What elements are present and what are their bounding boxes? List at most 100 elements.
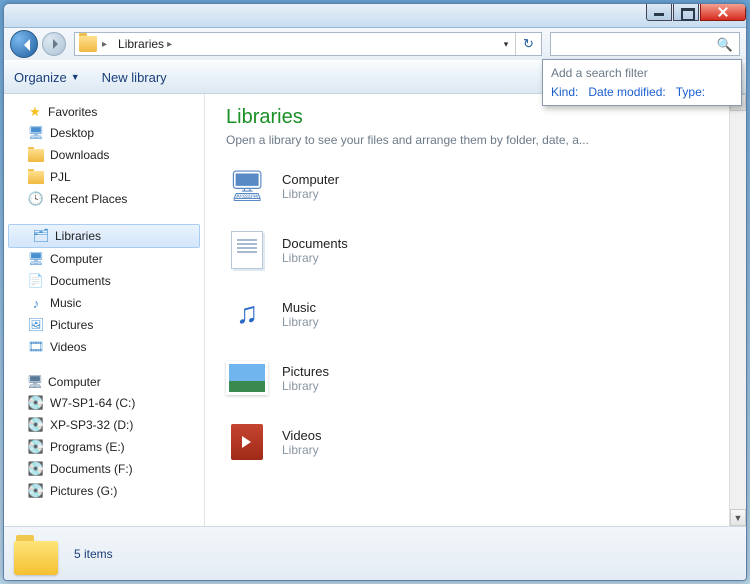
drive-icon: 💽 <box>28 417 44 433</box>
pictures-icon: 🖼 <box>28 317 44 333</box>
computer-icon: 🖥 <box>27 374 43 390</box>
chevron-down-icon: ▼ <box>71 72 80 82</box>
minimize-button[interactable] <box>646 3 672 21</box>
drive-icon: 💽 <box>28 483 44 499</box>
sidebar-item-label: Pictures <box>50 318 93 332</box>
sidebar-item-label: W7-SP1-64 (C:) <box>50 396 135 410</box>
libraries-large-icon <box>14 533 60 575</box>
sidebar-item-recent[interactable]: 🕓Recent Places <box>4 188 204 210</box>
search-filter-kind[interactable]: Kind: <box>551 85 578 99</box>
downloads-icon <box>28 147 44 163</box>
library-item-pictures[interactable]: Pictures Library <box>226 357 728 399</box>
sidebar-item-label: Recent Places <box>50 192 127 206</box>
computer-header[interactable]: 🖥 Computer <box>4 372 204 392</box>
library-item-documents[interactable]: Documents Library <box>226 229 728 271</box>
sidebar-item-label: Music <box>50 296 81 310</box>
library-name: Documents <box>282 236 348 251</box>
search-filter-date[interactable]: Date modified: <box>588 85 665 99</box>
sidebar-item-label: PJL <box>50 170 71 184</box>
content-area: ★ Favorites 🖥 Desktop Downloads PJL 🕓Rece… <box>4 94 746 526</box>
sidebar-item-downloads[interactable]: Downloads <box>4 144 204 166</box>
address-segment-label: Libraries <box>118 37 164 51</box>
videos-icon <box>226 421 268 463</box>
drive-icon: 💽 <box>28 395 44 411</box>
sidebar-item-documents[interactable]: 📄 Documents <box>4 270 204 292</box>
sidebar-item-desktop[interactable]: 🖥 Desktop <box>4 122 204 144</box>
library-name: Computer <box>282 172 339 187</box>
address-bar[interactable]: ▸ Libraries ▸ ▾ ↻ <box>74 32 542 56</box>
chevron-right-icon: ▸ <box>164 39 175 50</box>
videos-icon: 🎞 <box>28 339 44 355</box>
computer-icon: 🖥 <box>28 251 44 267</box>
sidebar-item-label: Desktop <box>50 126 94 140</box>
titlebar[interactable] <box>4 4 746 28</box>
sidebar-item-drive-g[interactable]: 💽Pictures (G:) <box>4 480 204 502</box>
close-button[interactable] <box>700 3 746 21</box>
sidebar-item-label: Documents <box>50 274 111 288</box>
library-item-music[interactable]: ♫ Music Library <box>226 293 728 335</box>
explorer-window: ▸ Libraries ▸ ▾ ↻ 🔍 Organize ▼ New libra… <box>3 3 747 581</box>
libraries-header[interactable]: 🗂 Libraries <box>8 224 200 248</box>
sidebar-item-music[interactable]: ♪ Music <box>4 292 204 314</box>
search-filter-heading: Add a search filter <box>551 66 733 80</box>
organize-label: Organize <box>14 70 67 85</box>
sidebar-item-label: Programs (E:) <box>50 440 125 454</box>
desktop-icon: 🖥 <box>28 125 44 141</box>
forward-button[interactable] <box>42 32 66 56</box>
sidebar-item-pjl[interactable]: PJL <box>4 166 204 188</box>
sidebar-item-label: Computer <box>50 252 103 266</box>
address-dropdown-button[interactable]: ▾ <box>497 33 515 55</box>
sidebar-item-drive-d[interactable]: 💽 XP-SP3-32 (D:) <box>4 414 204 436</box>
drive-icon: 💽 <box>28 461 44 477</box>
sidebar-item-label: Videos <box>50 340 86 354</box>
navigation-bar: ▸ Libraries ▸ ▾ ↻ 🔍 <box>4 28 746 60</box>
chevron-right-icon: ▸ <box>99 39 110 50</box>
vertical-scrollbar[interactable]: ▲ ▼ <box>729 94 746 526</box>
library-type: Library <box>282 379 329 393</box>
maximize-button[interactable] <box>673 3 699 21</box>
status-text: 5 items <box>74 547 113 561</box>
star-icon: ★ <box>27 104 43 120</box>
address-segment-libraries[interactable]: Libraries ▸ <box>114 33 179 55</box>
back-button[interactable] <box>10 30 38 58</box>
sidebar-item-label: XP-SP3-32 (D:) <box>50 418 133 432</box>
organize-menu[interactable]: Organize ▼ <box>14 70 80 85</box>
address-root-icon[interactable]: ▸ <box>75 33 114 55</box>
sidebar-item-drive-f[interactable]: 💽 Documents (F:) <box>4 458 204 480</box>
sidebar-item-pictures[interactable]: 🖼 Pictures <box>4 314 204 336</box>
music-icon: ♪ <box>28 295 44 311</box>
library-type: Library <box>282 443 322 457</box>
new-library-label: New library <box>102 70 167 85</box>
documents-icon: 📄 <box>28 273 44 289</box>
library-item-computer[interactable]: 🖥 Computer Library <box>226 165 728 207</box>
new-library-button[interactable]: New library <box>102 70 167 85</box>
folder-icon <box>79 36 97 52</box>
navigation-pane[interactable]: ★ Favorites 🖥 Desktop Downloads PJL 🕓Rece… <box>4 94 204 526</box>
library-name: Videos <box>282 428 322 443</box>
sidebar-item-videos[interactable]: 🎞 Videos <box>4 336 204 358</box>
main-content[interactable]: Libraries Open a library to see your fil… <box>208 94 746 526</box>
window-controls <box>645 3 746 21</box>
library-type: Library <box>282 251 348 265</box>
search-filter-dropdown: Add a search filter Kind: Date modified:… <box>542 59 742 106</box>
sidebar-item-drive-c[interactable]: 💽 W7-SP1-64 (C:) <box>4 392 204 414</box>
library-type: Library <box>282 187 339 201</box>
sidebar-item-computer-lib[interactable]: 🖥 Computer <box>4 248 204 270</box>
sidebar-item-label: Downloads <box>50 148 109 162</box>
page-subtitle: Open a library to see your files and arr… <box>226 133 728 147</box>
favorites-header[interactable]: ★ Favorites <box>4 102 204 122</box>
computer-icon: 🖥 <box>226 165 268 207</box>
refresh-button[interactable]: ↻ <box>515 33 541 55</box>
search-input[interactable]: 🔍 <box>550 32 740 56</box>
scroll-down-button[interactable]: ▼ <box>730 509 746 526</box>
sidebar-item-drive-e[interactable]: 💽Programs (E:) <box>4 436 204 458</box>
folder-icon <box>28 169 44 185</box>
search-icon: 🔍 <box>717 37 733 53</box>
computer-label: Computer <box>48 375 101 389</box>
library-item-videos[interactable]: Videos Library <box>226 421 728 463</box>
details-pane: 5 items <box>4 526 746 580</box>
library-type: Library <box>282 315 319 329</box>
sidebar-item-label: Documents (F:) <box>50 462 133 476</box>
search-filter-type[interactable]: Type: <box>676 85 705 99</box>
libraries-label: Libraries <box>55 229 101 243</box>
